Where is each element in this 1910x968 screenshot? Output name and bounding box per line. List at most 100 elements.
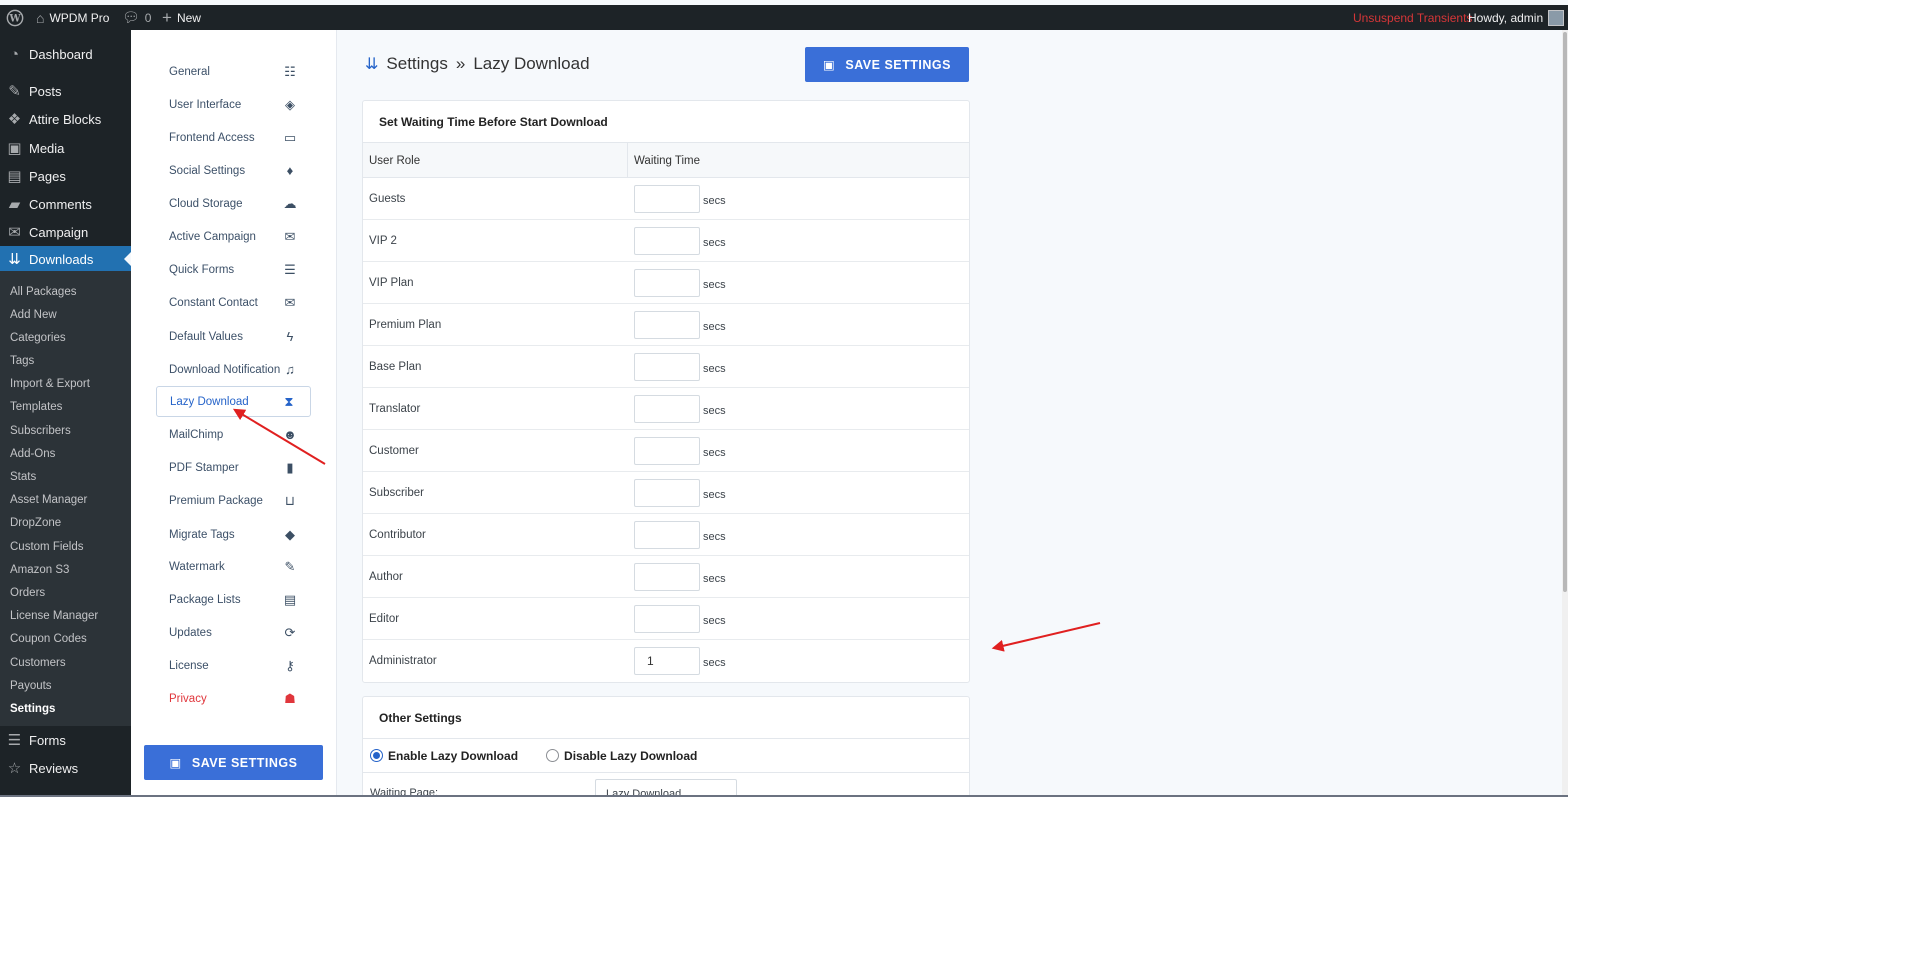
waiting-page-row: Waiting Page: Lazy Download (363, 773, 969, 795)
settings-nav-pdf-stamper[interactable]: PDF Stamper ▮ (156, 452, 311, 483)
save-settings-button[interactable]: ▣ SAVE SETTINGS (805, 47, 969, 82)
waiting-time-input[interactable] (634, 563, 700, 591)
settings-nav-default-values[interactable]: Default Values ϟ (156, 321, 311, 352)
submenu-item[interactable]: Templates (10, 401, 62, 413)
unit-label: secs (703, 531, 726, 543)
wordpress-logo-icon[interactable]: W (6, 5, 24, 30)
submenu-item[interactable]: Asset Manager (10, 494, 87, 506)
user-account-menu[interactable]: Howdy, admin (1468, 5, 1565, 30)
dashboard-icon: ◔ (9, 45, 20, 63)
save-disk-icon: ▣ (823, 58, 836, 72)
comments-link[interactable]: 💬︎ 0 (122, 5, 151, 30)
submenu-item[interactable]: License Manager (10, 610, 98, 622)
user-role-label: Premium Plan (369, 319, 442, 331)
waiting-page-select[interactable]: Lazy Download (595, 779, 737, 795)
table-row: Editor secs (363, 598, 969, 640)
waiting-time-input[interactable] (634, 311, 700, 339)
menu-attire-blocks[interactable]: ❖ Attire Blocks (0, 106, 131, 132)
key-icon: ⚷ (285, 657, 295, 673)
menu-media[interactable]: ▣ Media (0, 135, 131, 161)
user-role-label: VIP Plan (369, 277, 414, 289)
waiting-time-input[interactable] (634, 521, 700, 549)
settings-nav-user-interface[interactable]: User Interface ◈ (156, 89, 311, 120)
unit-label: secs (703, 405, 726, 417)
waiting-time-input[interactable] (634, 395, 700, 423)
settings-nav-package-lists[interactable]: Package Lists ▤ (156, 584, 311, 615)
submenu-item[interactable]: DropZone (10, 517, 61, 529)
settings-nav-constant-contact[interactable]: Constant Contact ✉ (156, 287, 311, 318)
nav-label: Migrate Tags (169, 528, 235, 541)
waiting-time-input[interactable] (634, 185, 700, 213)
menu-forms[interactable]: ☰ Forms (0, 727, 131, 753)
submenu-item[interactable]: Amazon S3 (10, 564, 69, 576)
enable-lazy-download-radio[interactable]: Enable Lazy Download (370, 749, 518, 763)
settings-nav-social-settings[interactable]: Social Settings ♦ (156, 155, 311, 186)
card-heading: Other Settings (363, 697, 969, 739)
settings-nav: General ☷ User Interface ◈ Frontend Access… (131, 30, 337, 795)
nav-label: Premium Package (169, 494, 263, 507)
submenu-item[interactable]: Subscribers (10, 425, 71, 437)
waiting-time-input[interactable] (634, 269, 700, 297)
submenu-item[interactable]: Tags (10, 355, 34, 367)
waiting-time-input[interactable] (634, 647, 700, 675)
submenu-item[interactable]: Categories (10, 332, 66, 344)
settings-nav-privacy[interactable]: Privacy ☗ (156, 683, 311, 714)
settings-nav-mailchimp[interactable]: MailChimp ☻ (156, 419, 311, 450)
settings-nav-watermark[interactable]: Watermark ✎ (156, 551, 311, 582)
settings-nav-updates[interactable]: Updates ⟳ (156, 617, 311, 648)
submenu-item[interactable]: Customers (10, 657, 66, 669)
submenu-item[interactable]: Custom Fields (10, 541, 84, 553)
menu-campaign[interactable]: ✉ Campaign (0, 219, 131, 245)
comments-count: 0 (144, 10, 152, 25)
settings-nav-premium-package[interactable]: Premium Package ⊔ (156, 485, 311, 516)
settings-nav-lazy-download[interactable]: Lazy Download ⧗ (156, 386, 311, 417)
settings-nav-quick-forms[interactable]: Quick Forms ☰ (156, 254, 311, 285)
submenu-item[interactable]: Add-Ons (10, 448, 55, 460)
unit-label: secs (703, 657, 726, 669)
waiting-time-input[interactable] (634, 227, 700, 255)
scrollbar-thumb[interactable] (1563, 32, 1567, 592)
menu-downloads[interactable]: ⇊ Downloads (0, 246, 131, 272)
column-header-time: Waiting Time (634, 155, 701, 167)
sidebar-save-settings-button[interactable]: ▣ SAVE SETTINGS (144, 745, 323, 780)
submenu-item[interactable]: Stats (10, 471, 36, 483)
menu-posts[interactable]: ✎ Posts (0, 78, 131, 104)
unit-label: secs (703, 363, 726, 375)
waiting-time-input[interactable] (634, 353, 700, 381)
settings-nav-license[interactable]: License ⚷ (156, 650, 311, 681)
page-scrollbar[interactable] (1562, 30, 1568, 795)
waiting-time-input[interactable] (634, 605, 700, 633)
nav-label: Active Campaign (169, 230, 256, 243)
menu-pages[interactable]: ▤ Pages (0, 163, 131, 189)
unsuspend-transients-link[interactable]: Unsuspend Transients (1353, 5, 1472, 30)
submenu-item[interactable]: Payouts (10, 680, 52, 692)
nav-label: Constant Contact (169, 296, 258, 309)
submenu-item[interactable]: All Packages (10, 286, 76, 298)
waiting-time-rows: Guests secs VIP 2 secs VIP Plan secs Premium P… (363, 178, 969, 682)
submenu-item[interactable]: Import & Export (10, 378, 90, 390)
table-row: Contributor secs (363, 514, 969, 556)
table-row: VIP Plan secs (363, 262, 969, 304)
settings-nav-migrate-tags[interactable]: Migrate Tags ◆ (156, 519, 311, 550)
howdy-text: Howdy, admin (1468, 10, 1544, 25)
settings-nav-general[interactable]: General ☷ (156, 56, 311, 87)
site-name-link[interactable]: ⌂ WPDM Pro (36, 5, 109, 30)
menu-reviews[interactable]: ☆ Reviews (0, 755, 131, 781)
disable-lazy-download-radio[interactable]: Disable Lazy Download (546, 749, 697, 763)
nav-label: Lazy Download (170, 395, 249, 408)
submenu-item[interactable]: Add New (10, 309, 57, 321)
waiting-time-input[interactable] (634, 437, 700, 465)
settings-nav-cloud-storage[interactable]: Cloud Storage ☁ (156, 188, 311, 219)
settings-nav-active-campaign[interactable]: Active Campaign ✉ (156, 221, 311, 252)
table-row: Author secs (363, 556, 969, 598)
new-content-link[interactable]: + New (162, 5, 201, 30)
submenu-item[interactable]: Orders (10, 587, 45, 599)
menu-comments[interactable]: ▰ Comments (0, 191, 131, 217)
settings-nav-frontend-access[interactable]: Frontend Access ▭ (156, 122, 311, 153)
settings-nav-download-notification[interactable]: Download Notification ♫ (156, 354, 311, 385)
waiting-time-input[interactable] (634, 479, 700, 507)
unit-label: secs (703, 237, 726, 249)
submenu-item-settings[interactable]: Settings (10, 703, 55, 715)
submenu-item[interactable]: Coupon Codes (10, 633, 87, 645)
menu-dashboard[interactable]: ◔ Dashboard (0, 41, 131, 67)
